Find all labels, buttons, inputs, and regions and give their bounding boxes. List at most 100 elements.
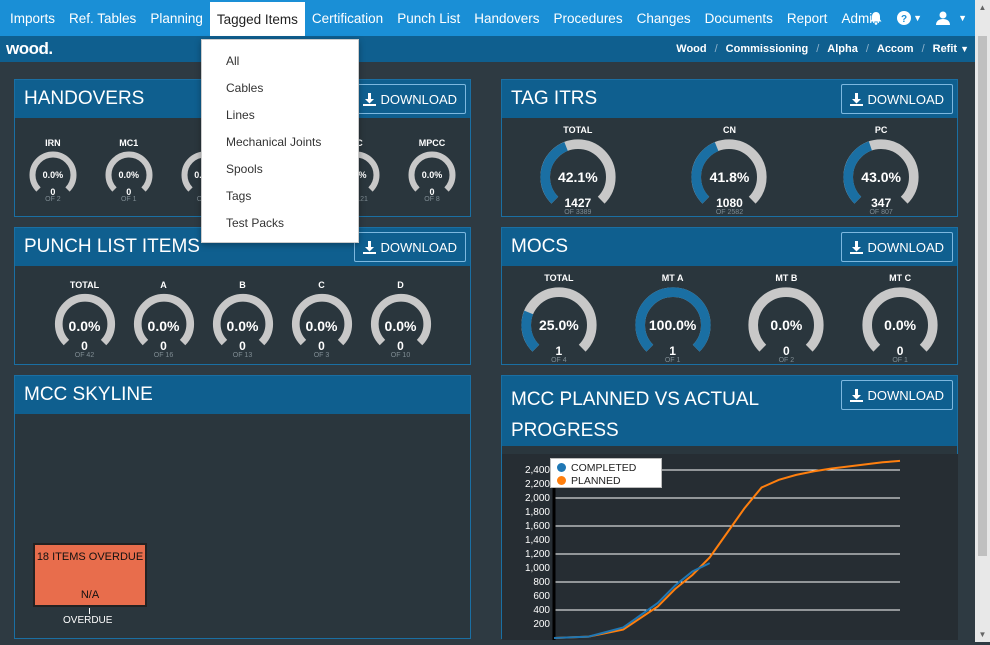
panel-header: MOCS DOWNLOAD [502, 228, 957, 266]
dropdown-item-mechanical-joints[interactable]: Mechanical Joints [202, 129, 358, 156]
gauge-percent: 0.0% [305, 317, 338, 334]
y-tick-label: 2,200 [525, 479, 550, 490]
gauge-of-total: OF 1 [664, 357, 681, 365]
chevron-down-icon: ▼ [960, 44, 969, 54]
nav-tagged-items[interactable]: Tagged Items [209, 0, 305, 36]
gauge-row: TOTAL 25.0% 1 OF 4 MT A 100.0% 1 OF 1 MT B 0.0% 0 O… [502, 273, 957, 364]
gauge-percent: 0.0% [770, 317, 803, 333]
gauge-label: MT C [889, 273, 912, 283]
download-icon [363, 92, 377, 106]
gauge-label: TOTAL [544, 273, 574, 283]
gauge: CN 41.8% 1080 OF 2582 [679, 125, 779, 216]
nav-certification[interactable]: Certification [305, 0, 390, 36]
dropdown-item-spools[interactable]: Spools [202, 156, 358, 183]
gauge-of-total: OF 8 [424, 196, 440, 203]
gauge-percent: 0.0% [226, 317, 259, 334]
gauge-count: 1 [555, 344, 563, 359]
gauge-of-total: OF 10 [390, 352, 411, 360]
gauge-label: TOTAL [563, 125, 593, 135]
gauge: MT C 0.0% 0 OF 1 [850, 273, 950, 364]
download-label: DOWNLOAD [380, 239, 457, 255]
gauge-percent: 100.0% [648, 317, 697, 333]
download-button[interactable]: DOWNLOAD [354, 232, 466, 262]
gauge-of-total: OF 1 [120, 196, 137, 203]
nav-ref-tables[interactable]: Ref. Tables [62, 0, 143, 36]
overdue-bar[interactable]: 18 ITEMS OVERDUE N/A [33, 543, 147, 607]
nav-handovers[interactable]: Handovers [467, 0, 546, 36]
dropdown-item-tags[interactable]: Tags [202, 183, 358, 210]
gauge-percent: 42.1% [557, 169, 598, 185]
gauge: D 0.0% 0 OF 10 [361, 280, 440, 359]
gauge-count: 347 [871, 196, 892, 211]
gauge-of-total: OF 3389 [564, 209, 592, 217]
user-icon[interactable]: ▼ [936, 11, 967, 25]
breadcrumb-item[interactable]: Refit [933, 43, 957, 55]
gauge-of-total: OF 13 [232, 352, 253, 360]
gauge-count: 0 [81, 339, 88, 354]
tagged-items-dropdown: All Cables Lines Mechanical Joints Spools Tag… [201, 39, 359, 243]
gauge-percent: 0.0% [884, 317, 917, 333]
gauge: MT B 0.0% 0 OF 2 [736, 273, 836, 364]
dropdown-item-test-packs[interactable]: Test Packs [202, 210, 358, 237]
gauge: C 0.0% 0 OF 3 [282, 280, 361, 359]
y-tick-label: 1,200 [525, 549, 550, 560]
help-icon[interactable]: ? ▼ [897, 11, 922, 25]
dropdown-item-all[interactable]: All [202, 48, 358, 75]
download-button[interactable]: DOWNLOAD [841, 380, 953, 410]
gauge-of-total: OF 807 [869, 209, 893, 217]
nav-right-icons: ? ▼ ▼ [869, 0, 967, 36]
scroll-up-arrow[interactable]: ▲ [975, 0, 990, 15]
breadcrumb-item[interactable]: Accom [877, 43, 914, 55]
breadcrumb-item[interactable]: Alpha [827, 43, 858, 55]
y-tick-label: 2,400 [525, 465, 550, 476]
gauge-percent: 43.0% [861, 169, 901, 185]
legend-label: COMPLETED [571, 461, 637, 474]
gauge-percent: 0.0% [384, 317, 417, 334]
gauge-row: TOTAL 42.1% 1427 OF 3389 CN 41.8% 1080 OF 2582 P… [502, 125, 957, 216]
y-tick-label: 1,800 [525, 507, 550, 518]
nav-planning[interactable]: Planning [143, 0, 210, 36]
download-icon [850, 388, 864, 402]
gauge-of-total: OF 4 [551, 357, 567, 365]
gauge: MT A 100.0% 1 OF 1 [623, 273, 723, 364]
gauge-percent: 41.8% [709, 169, 750, 185]
chevron-down-icon: ▼ [913, 13, 923, 23]
gauge-percent: 0.0% [421, 170, 443, 180]
gauge-label: CN [722, 125, 736, 135]
gauge: PC 43.0% 347 OF 807 [831, 125, 931, 216]
punch-list-panel: PUNCH LIST ITEMS DOWNLOAD TOTAL 0.0% 0 OF 4… [14, 227, 471, 365]
gauge-percent: 0.0% [68, 317, 101, 334]
mocs-panel: MOCS DOWNLOAD TOTAL 25.0% 1 OF 4 MT A 100.0% 1… [501, 227, 958, 365]
gauge: MC1 0.0% 0 OF 1 [94, 138, 164, 203]
gauge-label: D [397, 280, 404, 290]
gauge-count: 0 [318, 339, 325, 354]
gauge-label: MT A [661, 273, 684, 283]
download-icon [850, 92, 864, 106]
nav-punch-list[interactable]: Punch List [390, 0, 467, 36]
breadcrumb-item[interactable]: Wood [676, 43, 706, 55]
breadcrumb-separator: / [921, 43, 925, 55]
dropdown-item-cables[interactable]: Cables [202, 75, 358, 102]
download-button[interactable]: DOWNLOAD [354, 84, 466, 114]
download-button[interactable]: DOWNLOAD [841, 84, 953, 114]
bell-icon[interactable] [869, 11, 883, 25]
dropdown-item-lines[interactable]: Lines [202, 102, 358, 129]
panel-title: PUNCH LIST ITEMS [24, 236, 200, 257]
gauge-label: MT B [775, 273, 798, 283]
gauge: TOTAL 0.0% 0 OF 42 [45, 280, 124, 359]
nav-imports[interactable]: Imports [0, 0, 62, 36]
download-button[interactable]: DOWNLOAD [841, 232, 953, 262]
breadcrumb-separator: / [714, 43, 718, 55]
panel-title: TAG ITRS [511, 88, 598, 109]
scrollbar[interactable]: ▲ ▼ [975, 0, 990, 642]
nav-documents[interactable]: Documents [698, 0, 780, 36]
nav-procedures[interactable]: Procedures [547, 0, 630, 36]
breadcrumb-item[interactable]: Commissioning [726, 43, 809, 55]
nav-changes[interactable]: Changes [630, 0, 698, 36]
tag-itrs-panel: TAG ITRS DOWNLOAD TOTAL 42.1% 1427 OF 3389 C… [501, 79, 958, 217]
scroll-down-arrow[interactable]: ▼ [975, 627, 990, 642]
overdue-axis-label: OVERDUE [63, 615, 113, 626]
scroll-thumb[interactable] [978, 36, 987, 556]
nav-report[interactable]: Report [780, 0, 835, 36]
y-tick-label: 600 [533, 591, 550, 602]
